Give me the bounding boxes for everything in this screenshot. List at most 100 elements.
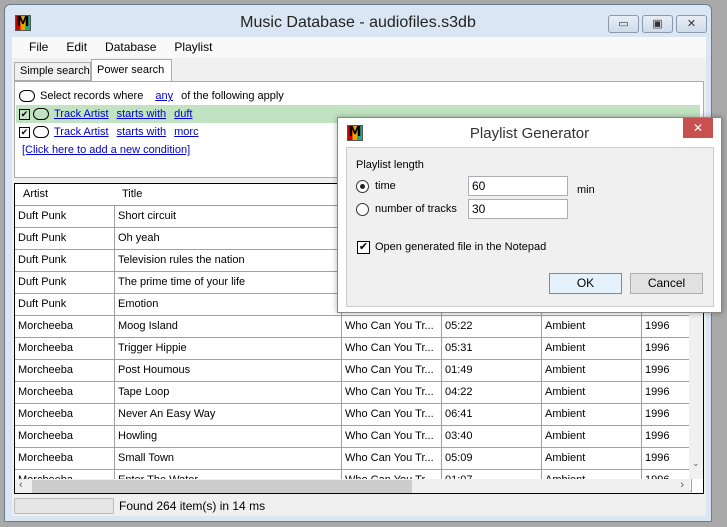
open-notepad-checkbox[interactable]: ✔ xyxy=(357,241,370,254)
table-row[interactable]: Morcheeba Never An Easy Way Who Can You Tr… xyxy=(15,404,692,426)
time-unit: min xyxy=(577,184,595,196)
horizontal-scrollbar[interactable]: ‹ › xyxy=(15,479,690,493)
cell-year: 1996 xyxy=(642,404,692,426)
scroll-left-icon[interactable]: ‹ xyxy=(19,479,23,491)
condition-toggle[interactable] xyxy=(33,108,49,120)
cancel-button[interactable]: Cancel xyxy=(630,273,703,294)
cell-title: Post Houmous xyxy=(115,360,342,382)
column-header-title[interactable]: Title xyxy=(122,188,142,200)
cell-artist: Morcheeba xyxy=(15,448,115,470)
column-header-artist[interactable]: Artist xyxy=(23,188,48,200)
cell-title: Howling xyxy=(115,426,342,448)
value-link[interactable]: duft xyxy=(174,108,192,120)
cell-title: Moog Island xyxy=(115,316,342,338)
menu-bar: File Edit Database Playlist xyxy=(12,37,706,58)
cell-title: The prime time of your life xyxy=(115,272,342,294)
field-link[interactable]: Track Artist xyxy=(54,108,109,120)
cell-artist: Morcheeba xyxy=(15,404,115,426)
tracks-input[interactable]: 30 xyxy=(468,199,568,219)
maximize-button[interactable]: ▣ xyxy=(642,15,673,33)
horizontal-scroll-thumb[interactable] xyxy=(32,480,412,493)
tab-power-search[interactable]: Power search xyxy=(91,59,172,82)
menu-file[interactable]: File xyxy=(20,37,57,58)
cell-album: Who Can You Tr... xyxy=(342,426,442,448)
scroll-down-icon[interactable]: ⌄ xyxy=(692,458,700,469)
cell-album: Who Can You Tr... xyxy=(342,448,442,470)
condition-row[interactable]: ✔ Track Artist starts with morc xyxy=(19,123,207,141)
field-link[interactable]: Track Artist xyxy=(54,126,109,138)
cell-time: 04:22 xyxy=(442,382,542,404)
cell-album: Who Can You Tr... xyxy=(342,338,442,360)
cell-year: 1996 xyxy=(642,426,692,448)
cell-time: 01:49 xyxy=(442,360,542,382)
cell-genre: Ambient xyxy=(542,382,642,404)
close-button[interactable]: ✕ xyxy=(676,15,707,33)
cell-genre: Ambient xyxy=(542,404,642,426)
playlist-generator-dialog: M Playlist Generator ✕ Playlist length t… xyxy=(337,117,722,313)
time-radio[interactable] xyxy=(356,180,369,193)
cell-year: 1996 xyxy=(642,382,692,404)
cell-artist: Morcheeba xyxy=(15,316,115,338)
table-row[interactable]: Morcheeba Post Houmous Who Can You Tr... 01… xyxy=(15,360,692,382)
operator-link[interactable]: starts with xyxy=(117,126,167,138)
tracks-radio[interactable] xyxy=(356,203,369,216)
cell-artist: Morcheeba xyxy=(15,426,115,448)
time-label: time xyxy=(375,180,396,192)
group-toggle[interactable] xyxy=(19,90,35,102)
cell-time: 06:41 xyxy=(442,404,542,426)
cell-artist: Morcheeba xyxy=(15,360,115,382)
cell-genre: Ambient xyxy=(542,448,642,470)
prefix-label: Select records where xyxy=(40,90,144,102)
cell-title: Television rules the nation xyxy=(115,250,342,272)
table-row[interactable]: Morcheeba Small Town Who Can You Tr... 05:0… xyxy=(15,448,692,470)
menu-database[interactable]: Database xyxy=(96,37,165,58)
table-row[interactable]: Morcheeba Moog Island Who Can You Tr... 05:… xyxy=(15,316,692,338)
operator-link[interactable]: starts with xyxy=(117,108,167,120)
cell-year: 1996 xyxy=(642,338,692,360)
cell-artist: Duft Punk xyxy=(15,206,115,228)
status-text: Found 264 item(s) in 14 ms xyxy=(119,499,266,513)
match-mode-link[interactable]: any xyxy=(155,90,173,102)
cell-time: 05:09 xyxy=(442,448,542,470)
condition-toggle[interactable] xyxy=(33,126,49,138)
add-condition-link[interactable]: [Click here to add a new condition] xyxy=(22,144,190,156)
cell-title: Short circuit xyxy=(115,206,342,228)
cell-album: Who Can You Tr... xyxy=(342,382,442,404)
cell-time: 05:31 xyxy=(442,338,542,360)
ok-button[interactable]: OK xyxy=(549,273,622,294)
window-title: Music Database - audiofiles.s3db xyxy=(240,14,476,31)
cell-year: 1996 xyxy=(642,360,692,382)
tracks-label: number of tracks xyxy=(375,203,457,215)
dialog-close-button[interactable]: ✕ xyxy=(683,118,713,138)
table-row[interactable]: Morcheeba Tape Loop Who Can You Tr... 04:22… xyxy=(15,382,692,404)
cell-title: Tape Loop xyxy=(115,382,342,404)
cell-album: Who Can You Tr... xyxy=(342,360,442,382)
cell-genre: Ambient xyxy=(542,426,642,448)
status-bar: Found 264 item(s) in 14 ms xyxy=(12,496,706,516)
scroll-right-icon[interactable]: › xyxy=(680,479,684,491)
cell-title: Never An Easy Way xyxy=(115,404,342,426)
condition-checkbox[interactable]: ✔ xyxy=(19,126,30,138)
search-header: Select records where any of the followin… xyxy=(19,87,284,105)
tab-simple-search[interactable]: Simple search xyxy=(14,62,91,81)
cell-title: Small Town xyxy=(115,448,342,470)
cell-title: Oh yeah xyxy=(115,228,342,250)
menu-edit[interactable]: Edit xyxy=(57,37,96,58)
table-row[interactable]: Morcheeba Trigger Hippie Who Can You Tr...… xyxy=(15,338,692,360)
cell-genre: Ambient xyxy=(542,338,642,360)
cell-genre: Ambient xyxy=(542,316,642,338)
value-link[interactable]: morc xyxy=(174,126,198,138)
table-row[interactable]: Morcheeba Howling Who Can You Tr... 03:40 Am… xyxy=(15,426,692,448)
time-input[interactable]: 60 xyxy=(468,176,568,196)
cell-title: Trigger Hippie xyxy=(115,338,342,360)
cell-artist: Duft Punk xyxy=(15,250,115,272)
menu-playlist[interactable]: Playlist xyxy=(165,37,221,58)
minimize-button[interactable]: ▭ xyxy=(608,15,639,33)
progress-bar xyxy=(14,498,114,514)
group-label: Playlist length xyxy=(356,159,424,171)
suffix-label: of the following apply xyxy=(181,90,284,102)
cell-album: Who Can You Tr... xyxy=(342,316,442,338)
open-notepad-label: Open generated file in the Notepad xyxy=(375,241,547,253)
cell-artist: Morcheeba xyxy=(15,338,115,360)
condition-checkbox[interactable]: ✔ xyxy=(19,108,30,120)
